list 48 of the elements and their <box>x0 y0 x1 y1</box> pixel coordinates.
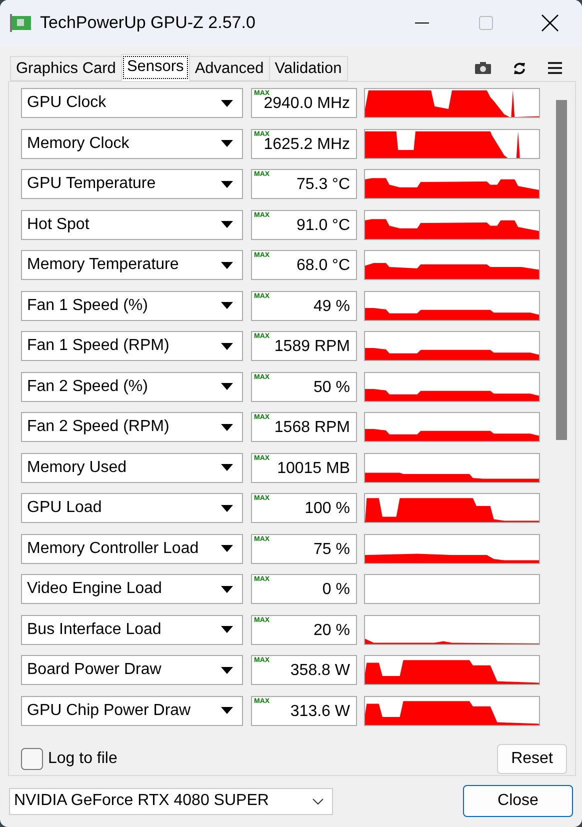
dropdown-arrow-icon <box>221 221 233 228</box>
sensor-dropdown[interactable]: Hot Spot <box>21 210 243 240</box>
tab[interactable]: Sensors <box>120 54 190 81</box>
dropdown-arrow-icon <box>221 342 233 350</box>
sensor-dropdown[interactable]: Memory Used <box>21 452 243 482</box>
dropdown-arrow-icon <box>221 464 233 471</box>
sensor-dropdown[interactable]: Memory Temperature <box>21 250 243 280</box>
sensor-dropdown[interactable]: Fan 1 Speed (RPM) <box>21 331 243 361</box>
sensor-dropdown[interactable]: Memory Controller Load <box>21 534 243 564</box>
camera-icon[interactable] <box>475 62 491 74</box>
dropdown-arrow-icon <box>221 666 233 674</box>
dropdown-arrow-icon <box>221 100 233 106</box>
sensor-dropdown[interactable]: GPU Temperature <box>21 169 243 199</box>
dropdown-arrow-icon <box>221 545 233 552</box>
dropdown-arrow-icon <box>221 586 233 592</box>
chevron-down-icon <box>312 798 324 804</box>
dropdown-arrow-icon <box>221 504 233 512</box>
sensor-dropdown[interactable]: Board Power Draw <box>21 655 243 685</box>
dropdown-arrow-icon <box>221 707 233 714</box>
sensor-dropdown[interactable]: Fan 2 Speed (RPM) <box>21 412 243 442</box>
sensor-dropdown[interactable]: GPU Clock <box>21 88 243 118</box>
sensor-dropdown[interactable]: Memory Clock <box>21 128 243 158</box>
sensor-dropdown[interactable]: Video Engine Load <box>21 574 243 604</box>
dropdown-arrow-icon <box>221 302 233 309</box>
menu-icon[interactable] <box>548 62 562 74</box>
dropdown-arrow-icon <box>221 140 233 147</box>
dropdown-arrow-icon <box>221 626 233 633</box>
dropdown-arrow-icon <box>221 424 233 430</box>
reset-button[interactable]: Reset <box>497 744 567 774</box>
refresh-icon[interactable] <box>513 62 526 74</box>
sensor-dropdown[interactable]: GPU Chip Power Draw <box>21 696 243 726</box>
sensor-dropdown[interactable]: Bus Interface Load <box>21 614 243 644</box>
dropdown-arrow-icon <box>221 383 233 390</box>
tab[interactable]: Validation <box>268 56 348 81</box>
sensor-dropdown[interactable]: Fan 2 Speed (%) <box>21 372 243 402</box>
dropdown-arrow-icon <box>221 180 233 188</box>
sensor-dropdown[interactable]: GPU Load <box>21 493 243 523</box>
sensor-dropdown[interactable]: Fan 1 Speed (%) <box>21 290 243 320</box>
scrollbar-thumb[interactable] <box>556 100 567 440</box>
close-button[interactable]: Close <box>463 785 573 817</box>
log-checkbox[interactable]: Log to file <box>21 747 118 771</box>
dropdown-arrow-icon <box>221 262 233 268</box>
tab[interactable]: Graphics Card <box>10 56 122 81</box>
close-icon[interactable] <box>541 14 559 32</box>
window-title: TechPowerUp GPU-Z 2.57.0 <box>40 12 256 34</box>
device-select[interactable]: NVIDIA GeForce RTX 4080 SUPER <box>9 788 333 814</box>
tab[interactable]: Advanced <box>188 56 270 81</box>
app-icon <box>10 14 32 32</box>
